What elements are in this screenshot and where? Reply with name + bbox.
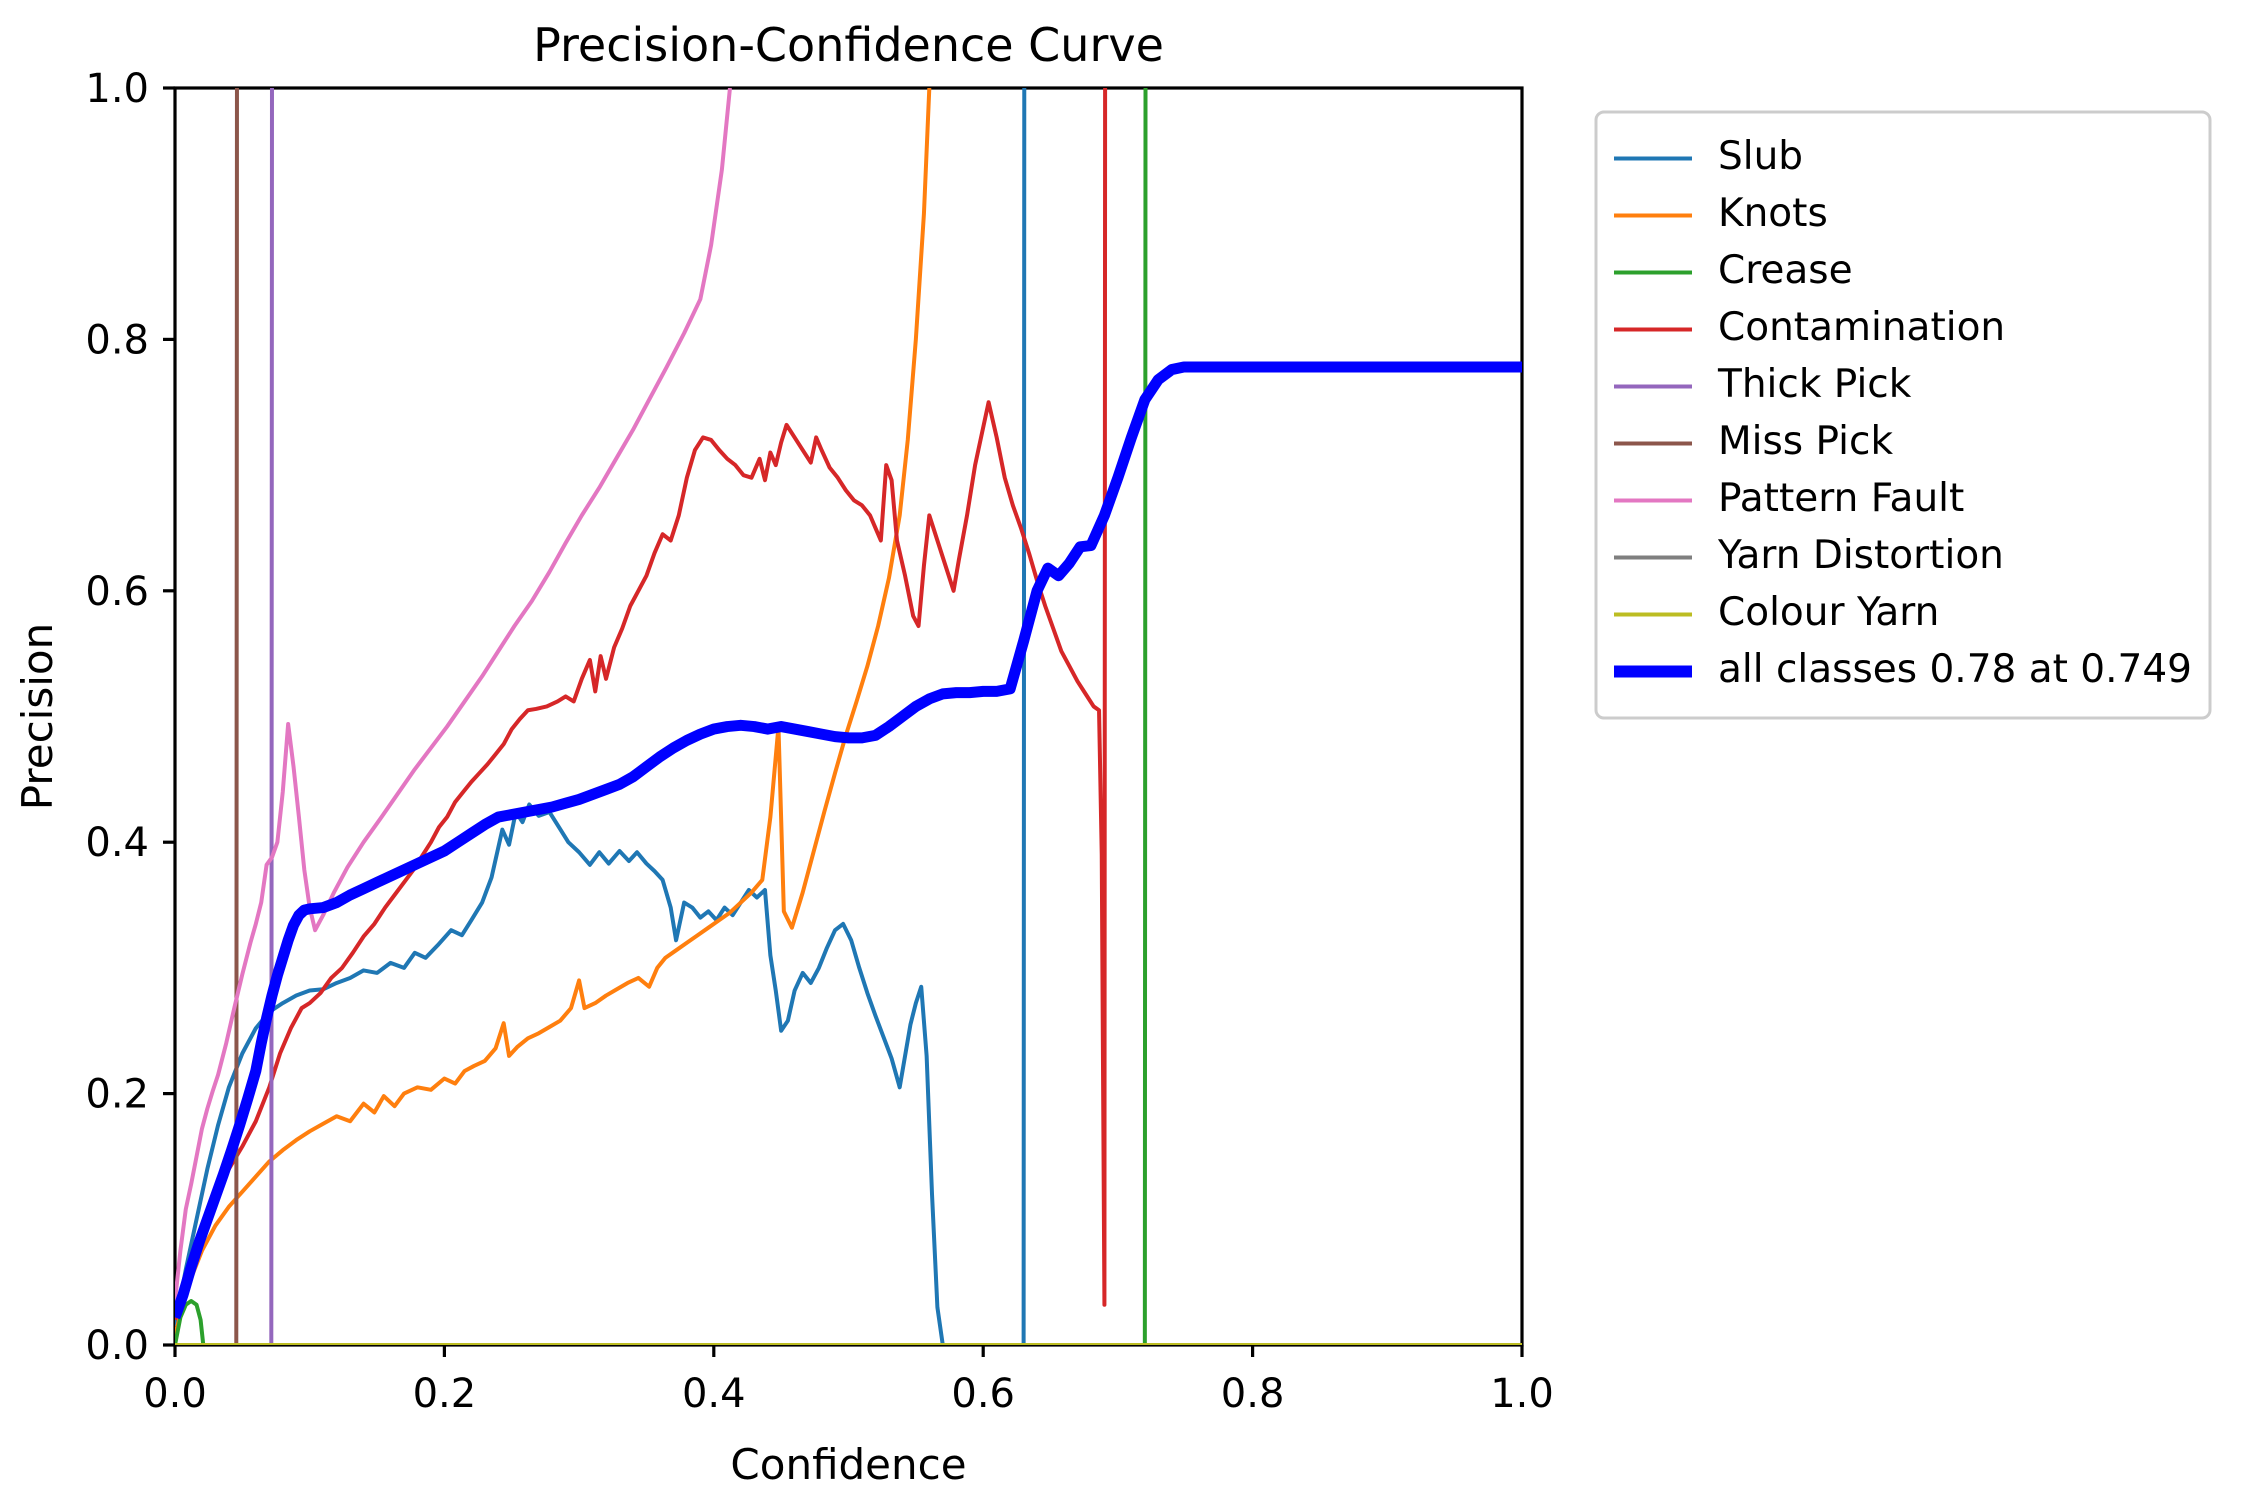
series-line-crease [175,88,1148,1345]
chart-title: Precision-Confidence Curve [533,18,1164,72]
series-line-thick-pick [175,88,274,1345]
y-tick-label: 0.8 [85,317,149,363]
y-tick-label: 0.2 [85,1072,149,1118]
y-tick-label: 0.6 [85,569,149,615]
chart-canvas: Precision-Confidence Curve 0.0 0.2 0.4 0.6 0.… [13,18,2212,1489]
x-tick-label: 1.0 [1490,1371,1554,1417]
y-tick-label: 0.0 [85,1323,149,1369]
plot-frame [173,86,1524,1347]
y-tick-label: 0.4 [85,820,149,866]
x-tick-label: 0.0 [143,1371,207,1417]
legend-label: Contamination [1718,305,2005,350]
series-layer [175,88,1522,1345]
legend-label: Pattern Fault [1718,476,1964,521]
x-tick-label: 0.4 [682,1371,746,1417]
legend-label: Colour Yarn [1718,590,1939,635]
series-line-knots [175,88,932,1336]
legend-label: all classes 0.78 at 0.749 [1718,647,2192,692]
legend-label: Slub [1718,134,1803,179]
x-axis-title: Confidence [730,1440,966,1489]
y-tick-label: 1.0 [85,66,149,112]
x-tick-label: 0.8 [1221,1371,1285,1417]
legend-label: Thick Pick [1717,362,1912,407]
x-tick-label: 0.2 [413,1371,477,1417]
legend-label: Knots [1718,191,1828,236]
y-axis-title: Precision [13,623,62,810]
precision-confidence-figure: Precision-Confidence Curve 0.0 0.2 0.4 0.6 0.… [0,0,2250,1500]
chart-legend: Slub Knots Crease Contamination Thick Pick Mi… [1594,110,2212,720]
series-line-contamination [175,88,1108,1321]
legend-label: Yarn Distortion [1717,533,2004,578]
legend-label: Miss Pick [1718,419,1893,464]
x-tick-label: 0.6 [951,1371,1015,1417]
legend-label: Crease [1718,248,1853,293]
series-line-all-classes [175,361,1522,1320]
